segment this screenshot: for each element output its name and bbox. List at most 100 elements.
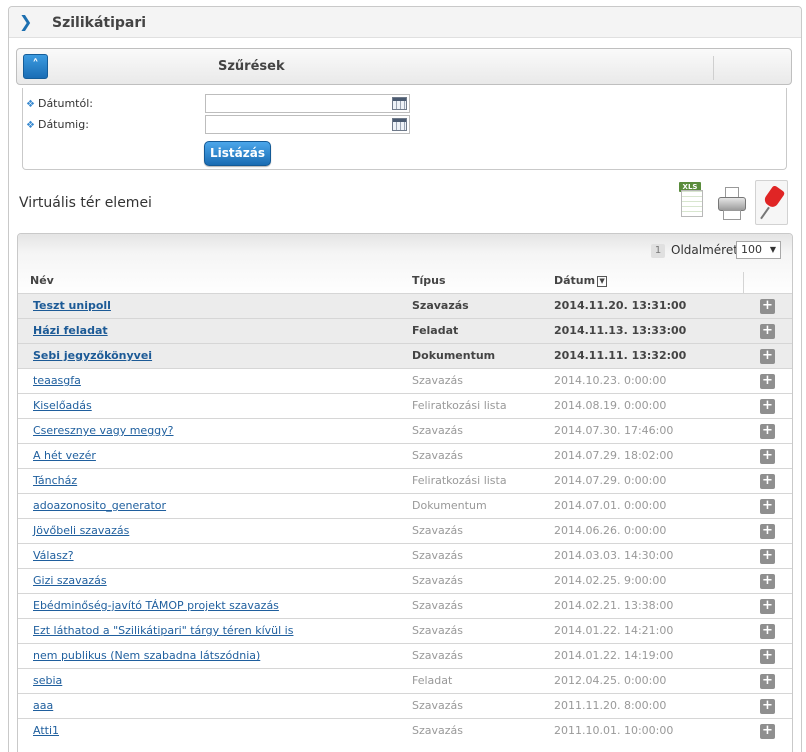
item-type: Szavazás <box>412 524 463 537</box>
item-date: 2014.08.19. 0:00:00 <box>554 399 667 412</box>
pin-icon[interactable] <box>755 180 788 225</box>
double-chevron-up-icon: ˄ <box>32 58 39 73</box>
item-type: Szavazás <box>412 574 463 587</box>
item-date: 2014.06.26. 0:00:00 <box>554 524 667 537</box>
item-type: Dokumentum <box>412 499 487 512</box>
expand-plus-icon[interactable]: + <box>760 399 775 414</box>
dropdown-arrow-icon: ▼ <box>769 245 776 254</box>
printer-icon[interactable] <box>717 187 747 221</box>
table-row: Jövőbeli szavazás Szavazás 2014.06.26. 0:0… <box>18 518 792 543</box>
item-date: 2012.04.25. 0:00:00 <box>554 674 667 687</box>
table-row: Táncház Feliratkozási lista 2014.07.29. 0:… <box>18 468 792 493</box>
table-row: Teszt unipoll Szavazás 2014.11.20. 13:31:0… <box>18 293 792 318</box>
item-name-link[interactable]: aaa <box>33 699 53 712</box>
item-name-link[interactable]: nem publikus (Nem szabadna látszódnia) <box>33 649 260 662</box>
expand-plus-icon[interactable]: + <box>760 574 775 589</box>
expand-plus-icon[interactable]: + <box>760 424 775 439</box>
item-name-link[interactable]: Ebédminőség-javító TÁMOP projekt szavazá… <box>33 599 279 612</box>
item-date: 2014.07.29. 0:00:00 <box>554 474 667 487</box>
item-name-link[interactable]: Atti1 <box>33 724 59 737</box>
item-type: Feliratkozási lista <box>412 474 507 487</box>
item-date: 2014.07.01. 0:00:00 <box>554 499 667 512</box>
expand-plus-icon[interactable]: + <box>760 324 775 339</box>
table-row: teaasgfa Szavazás 2014.10.23. 0:00:00 + <box>18 368 792 393</box>
item-name-link[interactable]: Teszt unipoll <box>33 299 111 312</box>
expand-plus-icon[interactable]: + <box>760 449 775 464</box>
item-name-link[interactable]: Válasz? <box>33 549 74 562</box>
item-name-link[interactable]: Kiselőadás <box>33 399 92 412</box>
column-header-name[interactable]: Név <box>30 274 54 287</box>
item-name-link[interactable]: Sebi jegyzőkönyvei <box>33 349 152 362</box>
item-type: Szavazás <box>412 374 463 387</box>
item-name-link[interactable]: sebia <box>33 674 62 687</box>
items-grid: 1 Oldalméret 100 ▼ Név Típus Dátum ▼ Tesz… <box>17 233 793 752</box>
column-divider <box>743 272 744 294</box>
expand-plus-icon[interactable]: + <box>760 549 775 564</box>
date-to-label: ❖ Dátumig: <box>26 118 89 131</box>
table-row: nem publikus (Nem szabadna látszódnia) Sz… <box>18 643 792 668</box>
item-name-link[interactable]: teaasgfa <box>33 374 81 387</box>
table-row: Ezt láthatod a "Szilikátipari" tárgy tér… <box>18 618 792 643</box>
item-type: Szavazás <box>412 424 463 437</box>
excel-export-icon[interactable]: XLS <box>679 182 705 218</box>
filter-panel-title: Szűrések <box>218 59 285 74</box>
item-name-link[interactable]: A hét vezér <box>33 449 96 462</box>
item-type: Feliratkozási lista <box>412 399 507 412</box>
page-size-label: Oldalméret <box>671 243 738 257</box>
table-row: Válasz? Szavazás 2014.03.03. 14:30:00 + <box>18 543 792 568</box>
calendar-icon[interactable] <box>392 118 407 131</box>
item-name-link[interactable]: Ezt láthatod a "Szilikátipari" tárgy tér… <box>33 624 293 637</box>
column-header-date[interactable]: Dátum ▼ <box>554 274 608 287</box>
item-name-link[interactable]: Jövőbeli szavazás <box>33 524 129 537</box>
item-name-link[interactable]: adoazonosito_generator <box>33 499 166 512</box>
item-type: Szavazás <box>412 449 463 462</box>
item-type: Dokumentum <box>412 349 496 362</box>
sort-desc-icon[interactable]: ▼ <box>597 275 608 287</box>
section-title: Virtuális tér elemei <box>19 195 152 211</box>
filter-panel-body: ❖ Dátumtól: ❖ Dátumig: Listázás <box>22 88 787 170</box>
list-button[interactable]: Listázás <box>204 141 271 166</box>
expand-plus-icon[interactable]: + <box>760 474 775 489</box>
item-date: 2014.11.20. 13:31:00 <box>554 299 687 312</box>
page-number[interactable]: 1 <box>651 244 665 258</box>
column-header-type[interactable]: Típus <box>412 274 446 287</box>
table-row: Cseresznye vagy meggy? Szavazás 2014.07.30… <box>18 418 792 443</box>
item-type: Szavazás <box>412 649 463 662</box>
page-title: Szilikátipari <box>52 15 147 31</box>
expand-plus-icon[interactable]: + <box>760 374 775 389</box>
item-type: Szavazás <box>412 624 463 637</box>
expand-plus-icon[interactable]: + <box>760 349 775 364</box>
item-date: 2014.07.30. 17:46:00 <box>554 424 674 437</box>
table-row: Atti1 Szavazás 2011.10.01. 10:00:00 + <box>18 718 792 743</box>
page-size-select[interactable]: 100 ▼ <box>736 241 781 259</box>
date-from-input[interactable] <box>205 94 410 113</box>
page-header: ❯ Szilikátipari <box>9 7 801 38</box>
table-row: adoazonosito_generator Dokumentum 2014.07.… <box>18 493 792 518</box>
item-name-link[interactable]: Gizi szavazás <box>33 574 107 587</box>
expand-plus-icon[interactable]: + <box>760 524 775 539</box>
grid-toolbar: 1 Oldalméret 100 ▼ Név Típus Dátum ▼ <box>18 234 792 298</box>
item-date: 2014.10.23. 0:00:00 <box>554 374 667 387</box>
expand-plus-icon[interactable]: + <box>760 499 775 514</box>
item-name-link[interactable]: Házi feladat <box>33 324 108 337</box>
collapse-filters-button[interactable]: ˄ <box>23 54 48 79</box>
date-from-label: ❖ Dátumtól: <box>26 97 93 110</box>
expand-plus-icon[interactable]: + <box>760 674 775 689</box>
expand-plus-icon[interactable]: + <box>760 699 775 714</box>
calendar-icon[interactable] <box>392 97 407 110</box>
item-name-link[interactable]: Táncház <box>33 474 77 487</box>
expand-plus-icon[interactable]: + <box>760 599 775 614</box>
date-to-input[interactable] <box>205 115 410 134</box>
chevron-right-icon[interactable]: ❯ <box>19 12 32 32</box>
item-name-link[interactable]: Cseresznye vagy meggy? <box>33 424 174 437</box>
expand-plus-icon[interactable]: + <box>760 299 775 314</box>
grid-rows: Teszt unipoll Szavazás 2014.11.20. 13:31:0… <box>18 293 792 743</box>
expand-plus-icon[interactable]: + <box>760 724 775 739</box>
table-row: A hét vezér Szavazás 2014.07.29. 18:02:00 + <box>18 443 792 468</box>
filter-panel-header: ˄ Szűrések <box>16 48 792 85</box>
expand-plus-icon[interactable]: + <box>760 624 775 639</box>
item-type: Szavazás <box>412 724 463 737</box>
table-row: Házi feladat Feladat 2014.11.13. 13:33:00 + <box>18 318 792 343</box>
expand-plus-icon[interactable]: + <box>760 649 775 664</box>
item-date: 2014.07.29. 18:02:00 <box>554 449 674 462</box>
